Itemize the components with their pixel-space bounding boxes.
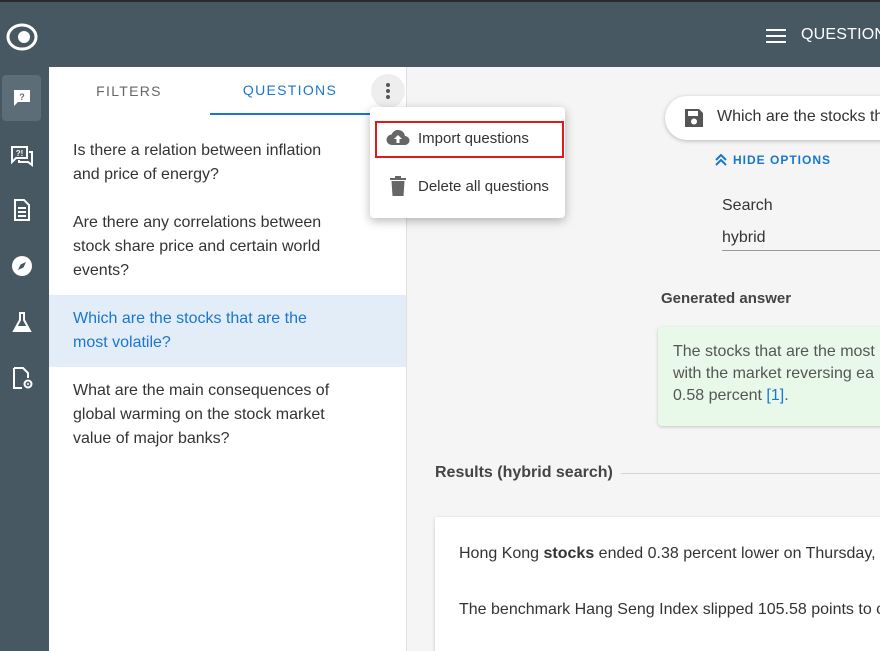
questions-panel: FILTERS QUESTIONS Is there a relation be… [49,67,407,651]
import-questions-menu-item[interactable]: Import questions [370,115,565,161]
hamburger-menu-icon[interactable] [766,28,786,44]
nav-explore[interactable] [2,243,41,289]
list-item[interactable]: Are there any correlations between stock… [49,199,406,295]
answer-text: 0.58 percent [673,387,767,404]
results-heading: Results (hybrid search) [435,464,613,481]
cloud-upload-icon [386,126,410,150]
compass-icon [11,256,32,276]
answer-line: with the market reversing ea [673,365,874,382]
search-label: Search [722,197,773,214]
result-card: Hong Kong stocks ended 0.38 percent lowe… [435,517,880,651]
flask-icon [11,312,32,332]
delete-all-questions-menu-item[interactable]: Delete all questions [370,163,565,209]
result-snippet: The benchmark Hang Seng Index slipped 10… [459,601,880,618]
hide-options-button[interactable]: HIDE OPTIONS [715,153,831,167]
answer-text: . [784,387,789,404]
hide-options-label: HIDE OPTIONS [733,153,832,167]
forum-icon: ?! [10,146,33,167]
question-list: Is there a relation between inflation an… [49,127,406,463]
delete-all-questions-label: Delete all questions [418,177,549,195]
result-snippet: Hong Kong stocks ended 0.38 percent lowe… [459,545,880,563]
top-bar: QUESTION [0,0,880,67]
panel-tabs: FILTERS QUESTIONS [49,67,407,115]
generated-answer-box: The stocks that are the most with the ma… [658,327,880,426]
svg-text:?: ? [19,92,25,102]
more-vertical-icon [386,83,390,99]
nav-file-settings[interactable] [2,355,41,401]
divider [621,473,880,474]
answer-line: 0.58 percent [1]. [673,385,880,407]
svg-text:?!: ?! [15,149,23,158]
file-settings-icon [12,367,32,389]
document-icon [13,199,30,221]
nav-questions[interactable]: ? [2,75,41,121]
eye-logo-icon[interactable] [6,21,38,53]
nav-chat[interactable]: ?! [2,133,41,179]
search-mode-input[interactable] [722,225,880,251]
more-options-button[interactable] [371,74,405,108]
answer-line: The stocks that are the most [673,343,875,360]
list-item-selected[interactable]: Which are the stocks that are the most v… [49,295,406,367]
result-text: ended 0.38 percent lower on Thursday, b [594,545,880,562]
nav-documents[interactable] [2,187,41,233]
nav-lab[interactable] [2,299,41,345]
question-icon: ? [13,90,30,106]
question-text: Which are the stocks th [717,108,880,125]
result-highlight: stocks [543,545,595,562]
page-title: QUESTION [801,26,880,43]
chevron-double-up-icon [715,154,727,166]
generated-answer-label: Generated answer [661,290,792,307]
import-questions-label: Import questions [418,129,529,147]
list-item[interactable]: Is there a relation between inflation an… [49,127,406,199]
list-item[interactable]: What are the main consequences of global… [49,367,406,463]
options-menu: Import questions Delete all questions [370,107,565,218]
tab-filters[interactable]: FILTERS [49,67,209,115]
result-text: Hong Kong [459,545,544,562]
question-bar[interactable]: Which are the stocks th [665,96,880,140]
trash-icon [386,174,410,198]
save-icon[interactable] [683,107,705,129]
nav-rail: ? ?! [0,67,49,651]
tab-questions[interactable]: QUESTIONS [210,67,370,115]
reference-link[interactable]: [1] [766,387,784,404]
